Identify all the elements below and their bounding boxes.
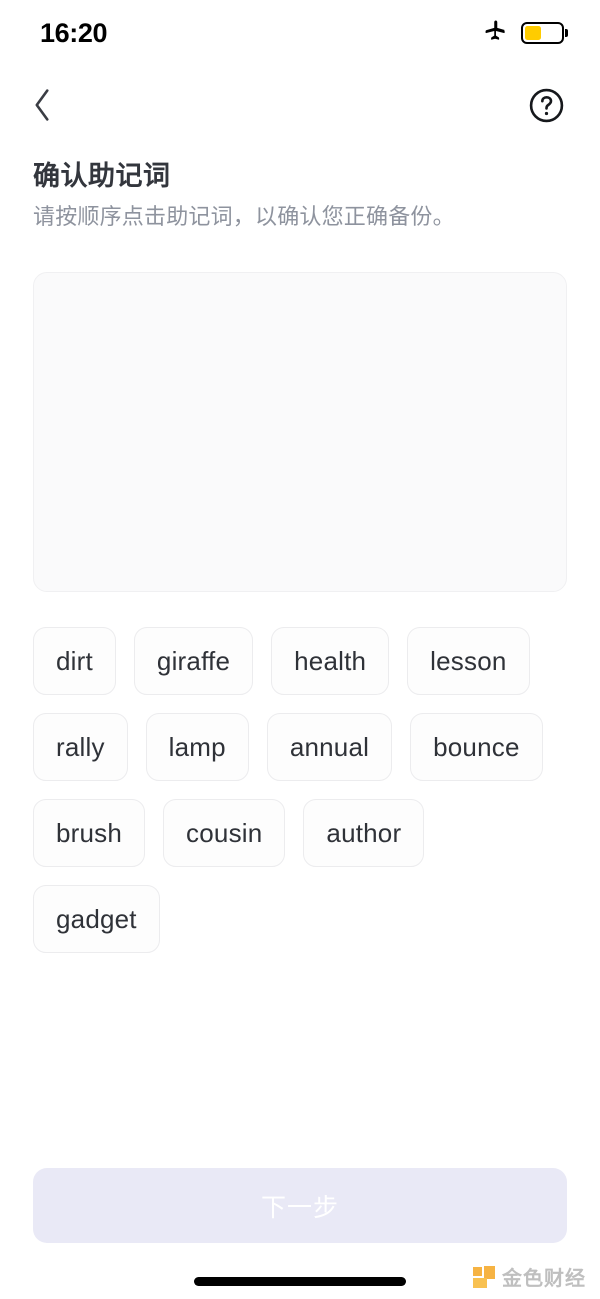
battery-fill-level — [525, 26, 541, 40]
word-chip[interactable]: health — [271, 627, 390, 695]
navigation-bar — [0, 72, 600, 138]
status-bar: 16:20 — [0, 0, 600, 66]
status-bar-time: 16:20 — [40, 17, 108, 48]
page-subtitle: 请按顺序点击助记词，以确认您正确备份。 — [33, 204, 455, 229]
word-chip[interactable]: author — [303, 799, 425, 867]
word-chip[interactable]: giraffe — [133, 627, 254, 695]
word-chip[interactable]: rally — [33, 713, 128, 781]
word-pool: dirt giraffe health lesson rally lamp annual bo… — [33, 627, 567, 953]
word-chip[interactable]: cousin — [163, 799, 286, 867]
word-chip[interactable]: gadget — [33, 885, 160, 953]
question-mark-circle-icon — [529, 88, 563, 122]
word-chip[interactable]: bounce — [410, 713, 543, 781]
back-button[interactable] — [18, 81, 66, 129]
help-button[interactable] — [522, 81, 570, 129]
battery-low-power-icon — [521, 22, 564, 44]
word-chip[interactable]: dirt — [33, 627, 116, 695]
airplane-mode-icon — [482, 18, 508, 49]
page-title: 确认助记词 — [33, 161, 171, 191]
word-chip[interactable]: annual — [266, 713, 393, 781]
watermark-logo-icon — [473, 1265, 495, 1288]
watermark: 金色财经 — [473, 1262, 586, 1291]
phone-screen: 16:20 确认助记词 请按顺序点击助记词，以确认您正确备份。 dirt gir… — [0, 0, 600, 1299]
word-chip[interactable]: lamp — [145, 713, 249, 781]
selected-words-area[interactable] — [33, 272, 567, 592]
chevron-left-icon — [35, 89, 49, 121]
watermark-label: 金色财经 — [502, 1268, 586, 1290]
next-button[interactable]: 下一步 — [33, 1168, 567, 1243]
word-chip[interactable]: brush — [33, 799, 146, 867]
word-chip[interactable]: lesson — [407, 627, 530, 695]
home-indicator — [194, 1277, 406, 1286]
status-bar-indicators — [482, 18, 564, 49]
